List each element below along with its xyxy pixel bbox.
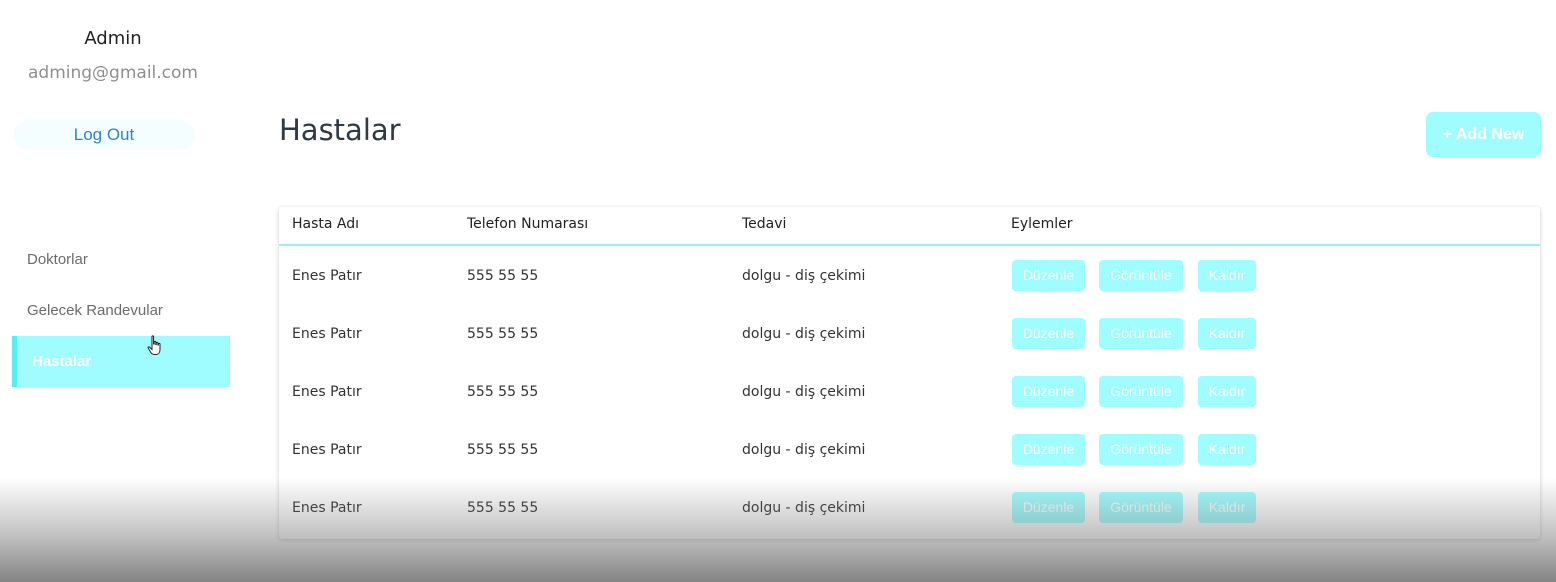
- table-row: Enes Patır 555 55 55 dolgu - diş çekimi …: [279, 248, 1540, 306]
- view-button[interactable]: Görüntüle: [1099, 376, 1183, 407]
- patient-treatment: dolgu - diş çekimi: [742, 326, 866, 342]
- edit-button[interactable]: Düzenle: [1012, 318, 1085, 349]
- column-header-telefon: Telefon Numarası: [467, 216, 589, 232]
- sidebar: Admin adming@gmail.com Log Out Doktorlar…: [0, 0, 230, 582]
- page-title: Hastalar: [279, 113, 401, 147]
- patient-treatment: dolgu - diş çekimi: [742, 500, 866, 516]
- edit-button[interactable]: Düzenle: [1012, 376, 1085, 407]
- column-header-eylemler: Eylemler: [1011, 216, 1073, 232]
- patient-phone: 555 55 55: [467, 326, 539, 342]
- patient-name: Enes Patır: [292, 384, 362, 400]
- patient-treatment: dolgu - diş çekimi: [742, 268, 866, 284]
- edit-button[interactable]: Düzenle: [1012, 492, 1085, 523]
- remove-button[interactable]: Kaldır: [1198, 260, 1256, 291]
- table-row: Enes Patır 555 55 55 dolgu - diş çekimi …: [279, 306, 1540, 364]
- patient-name: Enes Patır: [292, 500, 362, 516]
- patient-name: Enes Patır: [292, 326, 362, 342]
- patient-phone: 555 55 55: [467, 442, 539, 458]
- sidebar-item-hastalar[interactable]: Hastalar: [12, 336, 230, 387]
- remove-button[interactable]: Kaldır: [1198, 434, 1256, 465]
- sidebar-item-gelecek-randevular[interactable]: Gelecek Randevular: [12, 285, 230, 336]
- sidebar-nav: Doktorlar Gelecek Randevular Hastalar: [12, 234, 230, 387]
- table-header: Hasta Adı Telefon Numarası Tedavi Eyleml…: [279, 207, 1540, 246]
- view-button[interactable]: Görüntüle: [1099, 492, 1183, 523]
- hand-pointer-icon: [147, 335, 161, 355]
- column-header-tedavi: Tedavi: [742, 216, 787, 232]
- logout-button[interactable]: Log Out: [14, 120, 194, 150]
- user-name: Admin: [84, 28, 142, 49]
- table-row: Enes Patır 555 55 55 dolgu - diş çekimi …: [279, 422, 1540, 480]
- patient-name: Enes Patır: [292, 268, 362, 284]
- view-button[interactable]: Görüntüle: [1099, 260, 1183, 291]
- edit-button[interactable]: Düzenle: [1012, 260, 1085, 291]
- table-row: Enes Patır 555 55 55 dolgu - diş çekimi …: [279, 480, 1540, 538]
- column-header-hasta-adi: Hasta Adı: [292, 216, 360, 232]
- patient-name: Enes Patır: [292, 442, 362, 458]
- patient-treatment: dolgu - diş çekimi: [742, 384, 866, 400]
- view-button[interactable]: Görüntüle: [1099, 318, 1183, 349]
- view-button[interactable]: Görüntüle: [1099, 434, 1183, 465]
- sidebar-item-doktorlar[interactable]: Doktorlar: [12, 234, 230, 285]
- patient-phone: 555 55 55: [467, 500, 539, 516]
- user-email: adming@gmail.com: [28, 63, 198, 83]
- patient-treatment: dolgu - diş çekimi: [742, 442, 866, 458]
- table-row: Enes Patır 555 55 55 dolgu - diş çekimi …: [279, 364, 1540, 422]
- patients-table: Hasta Adı Telefon Numarası Tedavi Eyleml…: [279, 207, 1540, 539]
- patient-phone: 555 55 55: [467, 384, 539, 400]
- remove-button[interactable]: Kaldır: [1198, 318, 1256, 349]
- remove-button[interactable]: Kaldır: [1198, 492, 1256, 523]
- add-new-button[interactable]: + Add New: [1426, 112, 1541, 157]
- edit-button[interactable]: Düzenle: [1012, 434, 1085, 465]
- remove-button[interactable]: Kaldır: [1198, 376, 1256, 407]
- patient-phone: 555 55 55: [467, 268, 539, 284]
